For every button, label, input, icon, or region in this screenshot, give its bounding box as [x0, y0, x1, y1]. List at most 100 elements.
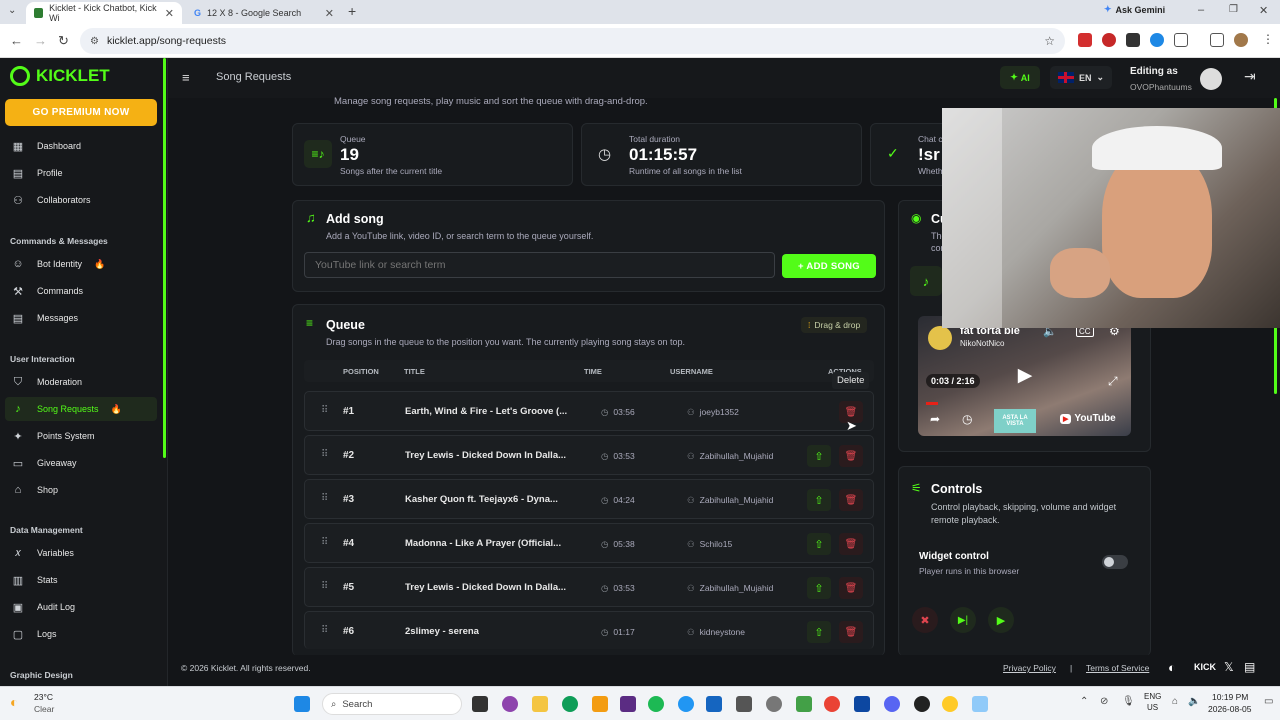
chrome-icon[interactable]	[824, 696, 840, 712]
terms-link[interactable]: Terms of Service	[1086, 663, 1149, 673]
discord-icon[interactable]: ◐	[1168, 660, 1176, 675]
calculator-icon[interactable]	[736, 696, 752, 712]
bookmark-star-icon[interactable]: ☆	[1044, 34, 1055, 48]
app-icon[interactable]	[942, 696, 958, 712]
app-icon[interactable]	[592, 696, 608, 712]
add-song-button[interactable]: + ADD SONG	[782, 254, 876, 278]
youtube-search-input[interactable]	[304, 252, 775, 278]
input-region[interactable]: US	[1147, 703, 1158, 712]
table-row[interactable]: ⠿ #5 Trey Lewis - Dicked Down In Dalla... ◷…	[304, 567, 874, 607]
profile-avatar[interactable]	[1234, 33, 1248, 47]
progress-bar[interactable]	[926, 402, 938, 405]
extension-icon[interactable]	[1078, 33, 1092, 47]
extension-icon[interactable]	[1126, 33, 1140, 47]
weather-icon[interactable]: ◐	[10, 694, 18, 710]
fullscreen-icon[interactable]: ⤢	[1108, 374, 1118, 389]
sidebar-item-bot-identity[interactable]: ☺ Bot Identity 🔥	[5, 252, 157, 276]
sidebar-item-audit-log[interactable]: ▣ Audit Log	[5, 595, 157, 619]
youtube-logo[interactable]: ▶ YouTube	[1060, 413, 1116, 424]
app-icon[interactable]	[854, 696, 870, 712]
sidebar-item-logs[interactable]: ▢ Logs	[5, 622, 157, 646]
drag-handle-icon[interactable]: ⠿	[321, 449, 328, 460]
minimize-icon[interactable]: –	[1198, 4, 1204, 16]
move-to-top-button[interactable]: ⇧	[807, 621, 831, 643]
file-explorer-icon[interactable]	[532, 696, 548, 712]
spotify-icon[interactable]	[648, 696, 664, 712]
close-tab-icon[interactable]: ✕	[325, 7, 334, 20]
app-icon[interactable]	[706, 696, 722, 712]
sidebar-scrollbar[interactable]	[163, 58, 166, 458]
sidebar-item-commands[interactable]: ⚒ Commands	[5, 279, 157, 303]
sidebar-item-points-system[interactable]: ✦ Points System	[5, 424, 157, 448]
speaker-icon[interactable]: 🔈	[1188, 696, 1200, 707]
sidebar-item-messages[interactable]: ▤ Messages	[5, 306, 157, 330]
tray-app-icon[interactable]: ⊘	[1100, 696, 1108, 707]
address-bar[interactable]: ⚙ kicklet.app/song-requests ☆	[80, 28, 1065, 54]
notifications-icon[interactable]: ▭	[1264, 696, 1273, 707]
sidebar-item-giveaway[interactable]: ▭ Giveaway	[5, 451, 157, 475]
sidebar-item-moderation[interactable]: ⛉ Moderation	[5, 370, 157, 394]
go-premium-button[interactable]: GO PREMIUM NOW	[5, 99, 157, 126]
tab-google[interactable]: G 12 X 8 - Google Search ✕	[186, 2, 342, 24]
drag-handle-icon[interactable]: ⠿	[321, 581, 328, 592]
app-icon[interactable]	[620, 696, 636, 712]
forward-icon[interactable]: →	[34, 33, 47, 48]
sidebar-item-stats[interactable]: ▥ Stats	[5, 568, 157, 592]
move-to-top-button[interactable]: ⇧	[807, 445, 831, 467]
stop-button[interactable]: ✖	[912, 607, 938, 633]
delete-button[interactable]: 🗑	[839, 577, 863, 599]
privacy-policy-link[interactable]: Privacy Policy	[1003, 663, 1056, 673]
play-icon[interactable]: ▶	[1012, 364, 1038, 390]
skip-button[interactable]: ▶|	[950, 607, 976, 633]
youtube-player[interactable]: fat torta bie NikoNotNico 🔈 CC ⚙ 0:03 / …	[918, 316, 1131, 436]
table-row[interactable]: ⠿ #1 Earth, Wind & Fire - Let's Groove (..…	[304, 391, 874, 431]
kick-logo[interactable]: KICK	[1194, 662, 1216, 672]
share-icon[interactable]: ➦	[930, 412, 940, 426]
sidebar-item-dashboard[interactable]: ▦ Dashboard	[5, 134, 157, 158]
windows-start-icon[interactable]	[294, 696, 310, 712]
extensions-puzzle-icon[interactable]	[1174, 33, 1188, 47]
delete-button[interactable]: 🗑	[839, 533, 863, 555]
task-view-icon[interactable]	[472, 696, 488, 712]
menu-toggle-icon[interactable]: ≡	[182, 70, 190, 85]
tray-chevron-icon[interactable]: ⌃	[1080, 696, 1088, 707]
drag-handle-icon[interactable]: ⠿	[321, 625, 328, 636]
move-to-top-button[interactable]: ⇧	[807, 533, 831, 555]
input-language[interactable]: ENG	[1144, 692, 1161, 701]
restore-icon[interactable]: ❐	[1229, 4, 1238, 15]
x-twitter-icon[interactable]: 𝕏	[1224, 660, 1234, 674]
reading-list-icon[interactable]	[1210, 33, 1224, 47]
table-row[interactable]: ⠿ #2 Trey Lewis - Dicked Down In Dalla... ◷…	[304, 435, 874, 475]
user-avatar[interactable]	[1200, 68, 1222, 90]
sidebar-item-variables[interactable]: 𝑥 Variables	[5, 541, 157, 565]
logout-icon[interactable]: ⇥	[1244, 68, 1256, 85]
related-video-thumb[interactable]: ASTA LA VISTA	[994, 409, 1036, 433]
delete-button[interactable]: 🗑	[839, 621, 863, 643]
close-tab-icon[interactable]: ✕	[165, 7, 174, 20]
drag-handle-icon[interactable]: ⠿	[321, 493, 328, 504]
table-row[interactable]: ⠿ #3 Kasher Quon ft. Teejayx6 - Dyna... ◷ 04…	[304, 479, 874, 519]
site-info-icon[interactable]: ⚙	[90, 36, 99, 47]
tab-list-chevron-icon[interactable]: ⌄	[8, 5, 16, 16]
new-tab-icon[interactable]: +	[348, 3, 356, 19]
move-to-top-button[interactable]: ⇧	[807, 489, 831, 511]
sidebar-item-shop[interactable]: ⌂ Shop	[5, 478, 157, 502]
drag-handle-icon[interactable]: ⠿	[321, 537, 328, 548]
edge-icon[interactable]	[562, 696, 578, 712]
watch-later-icon[interactable]: ◷	[962, 412, 972, 426]
extension-icon[interactable]	[1102, 33, 1116, 47]
move-to-top-button[interactable]: ⇧	[807, 577, 831, 599]
app-icon[interactable]	[796, 696, 812, 712]
delete-button[interactable]: 🗑	[839, 445, 863, 467]
snipping-tool-icon[interactable]	[972, 696, 988, 712]
tab-kicklet[interactable]: Kicklet - Kick Chatbot, Kick Wi ✕	[26, 2, 182, 24]
app-icon[interactable]	[678, 696, 694, 712]
close-window-icon[interactable]: ✕	[1259, 4, 1268, 17]
settings-icon[interactable]	[766, 696, 782, 712]
extension-icon[interactable]	[1150, 33, 1164, 47]
taskbar-search[interactable]: ⌕ Search	[322, 693, 462, 715]
clock-time[interactable]: 10:19 PM	[1212, 692, 1248, 702]
delete-button[interactable]: 🗑	[839, 489, 863, 511]
widget-control-toggle[interactable]	[1102, 555, 1128, 569]
back-icon[interactable]: ←	[10, 33, 23, 48]
